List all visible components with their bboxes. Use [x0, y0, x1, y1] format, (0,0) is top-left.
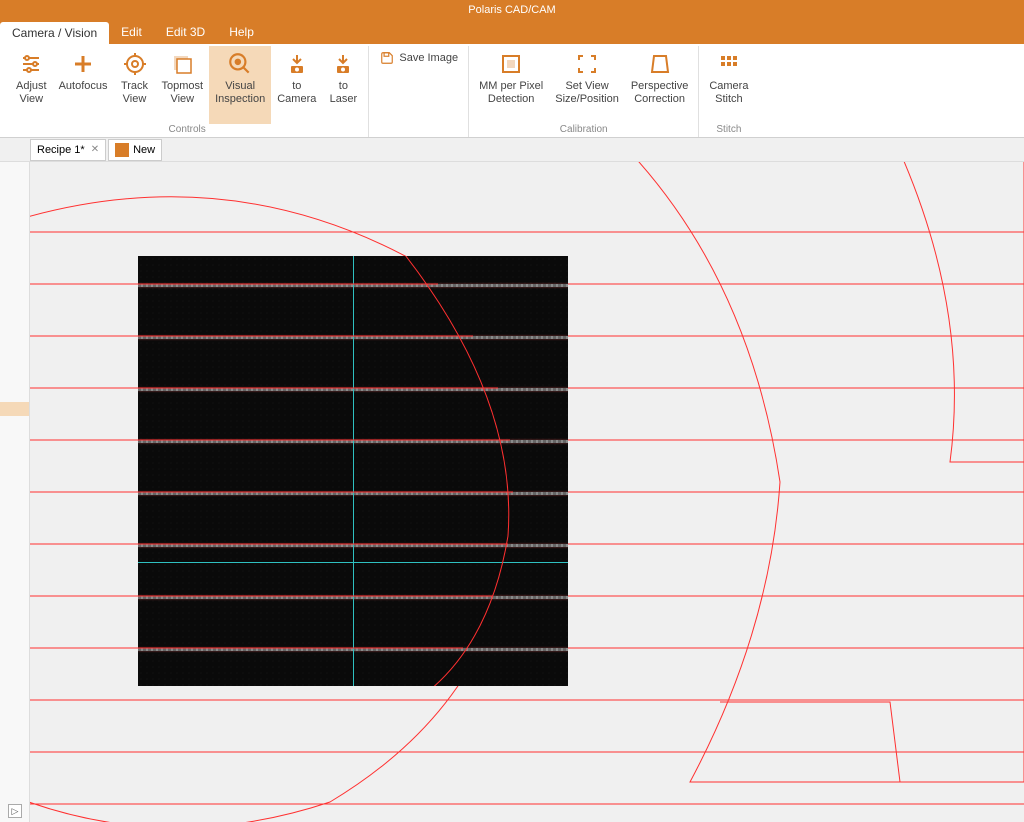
- grid-square-icon: [497, 50, 525, 78]
- group-stitch-label: Stitch: [703, 124, 754, 137]
- to-laser-button[interactable]: to Laser: [322, 46, 364, 124]
- stack-icon: [168, 50, 196, 78]
- to-laser-label: to Laser: [330, 80, 358, 106]
- topmost-view-button[interactable]: Topmost View: [156, 46, 210, 124]
- sidebar-selection: [0, 402, 29, 416]
- close-icon[interactable]: ✕: [91, 144, 99, 155]
- tab-edit-3d[interactable]: Edit 3D: [154, 20, 217, 44]
- file-icon: [115, 143, 129, 157]
- grid-icon: [715, 50, 743, 78]
- tab-help[interactable]: Help: [217, 20, 266, 44]
- ribbon-group-save: Save Image: [369, 46, 469, 137]
- doc-tab-recipe-label: Recipe 1*: [37, 144, 85, 156]
- autofocus-button[interactable]: Autofocus: [53, 46, 114, 124]
- visual-inspection-label: Visual Inspection: [215, 80, 265, 106]
- doc-tab-recipe[interactable]: Recipe 1* ✕: [30, 139, 106, 161]
- tab-edit[interactable]: Edit: [109, 20, 154, 44]
- expand-panel-button[interactable]: ▷: [8, 804, 22, 818]
- visual-inspection-button[interactable]: Visual Inspection: [209, 46, 271, 124]
- set-view-button[interactable]: Set View Size/Position: [549, 46, 625, 124]
- document-tab-strip: Recipe 1* ✕ New: [0, 138, 1024, 162]
- cad-overlay-inner: [138, 256, 568, 686]
- autofocus-label: Autofocus: [59, 80, 108, 93]
- set-view-label: Set View Size/Position: [555, 80, 619, 106]
- design-canvas[interactable]: [30, 162, 1024, 822]
- save-image-label: Save Image: [399, 52, 458, 64]
- save-image-button[interactable]: Save Image: [373, 46, 464, 70]
- left-sidebar: ▷: [0, 162, 30, 822]
- group-controls-label: Controls: [10, 124, 364, 137]
- camera-stitch-button[interactable]: Camera Stitch: [703, 46, 754, 124]
- perspective-label: Perspective Correction: [631, 80, 688, 106]
- app-title: Polaris CAD/CAM: [468, 4, 555, 16]
- adjust-view-button[interactable]: Adjust View: [10, 46, 53, 124]
- to-laser-icon: [329, 50, 357, 78]
- title-bar: Polaris CAD/CAM: [0, 0, 1024, 20]
- ribbon-group-calibration: MM per Pixel Detection Set View Size/Pos…: [469, 46, 699, 137]
- to-camera-label: to Camera: [277, 80, 316, 106]
- ribbon-group-stitch: Camera Stitch Stitch: [699, 46, 758, 137]
- topmost-view-label: Topmost View: [162, 80, 204, 106]
- target-icon: [121, 50, 149, 78]
- mm-per-pixel-button[interactable]: MM per Pixel Detection: [473, 46, 549, 124]
- ribbon-group-controls: Adjust View Autofocus Track View Topmost…: [6, 46, 369, 137]
- tab-camera-vision[interactable]: Camera / Vision: [0, 22, 109, 44]
- to-camera-icon: [283, 50, 311, 78]
- workspace: ▷: [0, 162, 1024, 822]
- ribbon-toolbar: Adjust View Autofocus Track View Topmost…: [0, 44, 1024, 138]
- camera-stitch-label: Camera Stitch: [709, 80, 748, 106]
- adjust-view-label: Adjust View: [16, 80, 47, 106]
- sliders-icon: [17, 50, 45, 78]
- to-camera-button[interactable]: to Camera: [271, 46, 322, 124]
- track-view-button[interactable]: Track View: [114, 46, 156, 124]
- mm-per-pixel-label: MM per Pixel Detection: [479, 80, 543, 106]
- save-icon: [379, 50, 395, 66]
- group-calibration-label: Calibration: [473, 124, 694, 137]
- frame-corners-icon: [573, 50, 601, 78]
- perspective-icon: [646, 50, 674, 78]
- menu-tab-strip: Camera / Vision Edit Edit 3D Help: [0, 20, 1024, 44]
- perspective-button[interactable]: Perspective Correction: [625, 46, 694, 124]
- camera-view: [138, 256, 568, 686]
- doc-tab-new[interactable]: New: [108, 139, 162, 161]
- plus-icon: [69, 50, 97, 78]
- track-view-label: Track View: [121, 80, 148, 106]
- magnify-eye-icon: [226, 50, 254, 78]
- doc-tab-new-label: New: [133, 144, 155, 156]
